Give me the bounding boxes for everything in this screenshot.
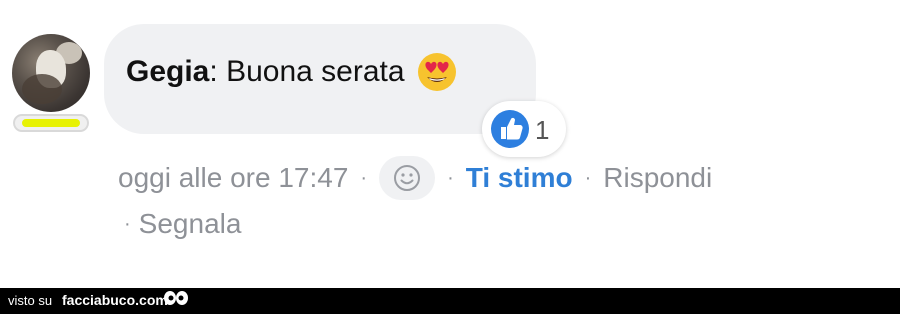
message-space <box>218 55 226 89</box>
heart-eyes-emoji-icon <box>417 52 457 92</box>
eyes-logo-icon <box>163 290 189 308</box>
footer-site: facciabuco.com <box>62 292 168 308</box>
report-button[interactable]: Segnala <box>139 208 242 240</box>
add-reaction-button[interactable] <box>379 156 436 200</box>
dot-separator: · <box>360 166 368 189</box>
comment-bubble: Gegia : Buona serata <box>104 24 536 134</box>
author-separator: : <box>209 55 218 88</box>
comment-text: Gegia : Buona serata <box>126 52 457 92</box>
user-badge <box>13 114 89 132</box>
like-thumb-icon <box>490 109 530 149</box>
footer-prefix: visto su <box>8 293 53 308</box>
comment-author[interactable]: Gegia <box>126 55 209 89</box>
user-badge-bar <box>22 119 80 127</box>
reply-button[interactable]: Rispondi <box>603 162 712 194</box>
dot-separator: · <box>124 212 131 235</box>
dot-separator: · <box>584 166 592 189</box>
watermark-footer: visto su facciabuco.com <box>0 288 900 314</box>
like-button[interactable]: Ti stimo <box>466 162 573 194</box>
avatar-photo-shade <box>22 74 62 104</box>
avatar[interactable] <box>12 34 90 112</box>
reaction-summary[interactable]: 1 <box>482 101 566 157</box>
dot-separator: · <box>447 166 454 189</box>
comment-message: Buona serata <box>226 55 405 88</box>
comment-actions-secondary: · Segnala <box>124 204 241 244</box>
comment-timestamp[interactable]: oggi alle ore 17:47 <box>118 162 348 194</box>
reaction-count: 1 <box>535 115 550 145</box>
smiley-icon <box>394 165 421 191</box>
comment-actions: oggi alle ore 17:47 · · Ti stimo · Rispo… <box>118 156 712 200</box>
